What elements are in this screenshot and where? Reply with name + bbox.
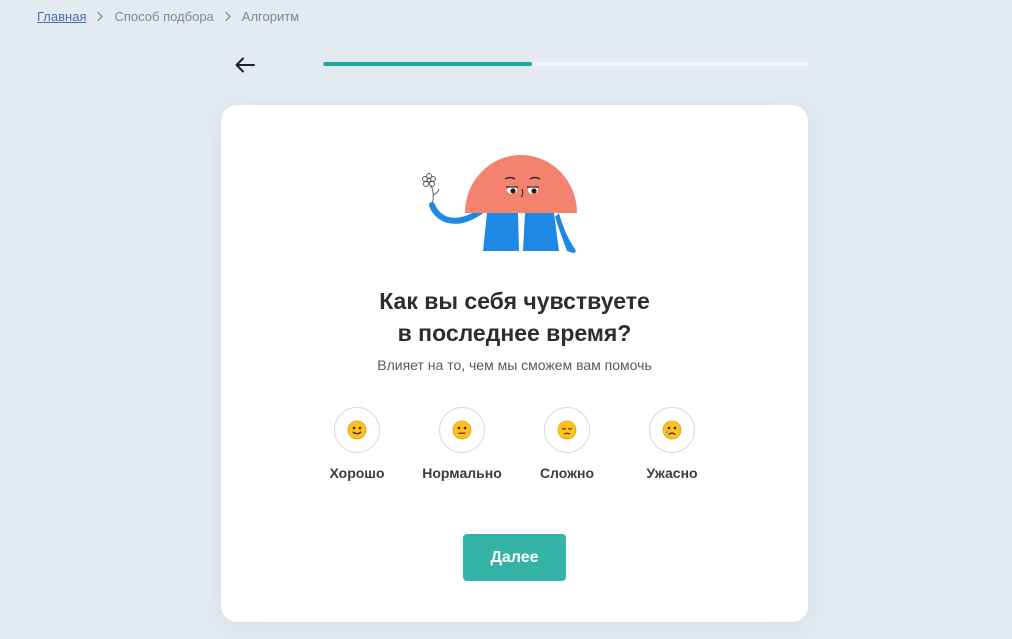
option-terrible[interactable]: Ужасно [622,407,722,481]
mood-options: Хорошо Нормально Сложно Ужасно [221,407,808,487]
breadcrumb-method[interactable]: Способ подбора [114,9,213,24]
crying-face-icon [662,420,682,440]
option-label: Сложно [539,465,595,481]
breadcrumb-home-link[interactable]: Главная [37,9,86,24]
question-card: Как вы себя чувствуете в последнее время… [221,105,808,622]
option-circle[interactable] [334,407,380,453]
option-normal[interactable]: Нормально [412,407,512,481]
breadcrumb: Главная Способ подбора Алгоритм [37,8,299,24]
chevron-right-icon [214,8,242,24]
progress-fill [323,62,532,66]
breadcrumb-current: Алгоритм [241,8,300,24]
option-label: Ужасно [646,465,698,481]
question-title: Как вы себя чувствуете в последнее время… [221,285,808,349]
chevron-right-icon [86,8,114,24]
question-subtitle: Влияет на то, чем мы сможем вам помочь [377,357,652,373]
next-button[interactable]: Далее [463,534,566,581]
option-good[interactable]: Хорошо [307,407,407,481]
pensive-face-icon [557,420,577,440]
question-title-line1: Как вы себя чувствуете [379,288,650,314]
option-label: Хорошо [329,465,385,481]
flower-icon [422,173,440,206]
question-title-line2: в последнее время? [397,320,632,346]
option-hard[interactable]: Сложно [517,407,617,481]
option-circle[interactable] [544,407,590,453]
option-label: Нормально [422,465,502,481]
back-button[interactable] [232,52,258,78]
progress-bar [323,62,808,66]
option-circle[interactable] [439,407,485,453]
sad-character-illustration [422,155,577,253]
neutral-face-icon [452,420,472,440]
option-circle[interactable] [649,407,695,453]
slightly-smiling-face-icon [347,420,367,440]
arrow-left-icon [235,57,255,73]
page: Главная Способ подбора Алгоритм Как вы с… [0,0,1012,639]
